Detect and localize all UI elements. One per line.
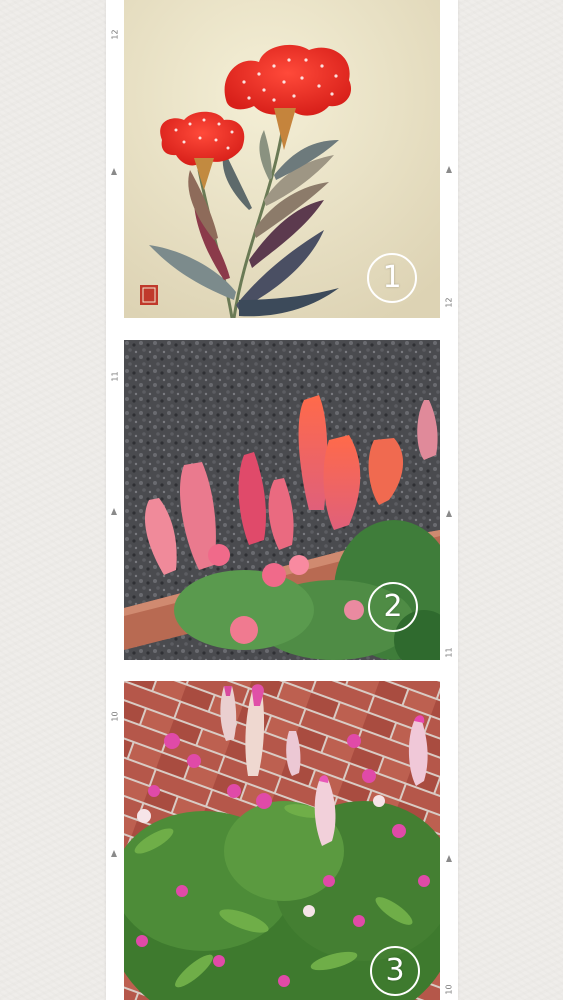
frame-number-left: 11 [110,371,120,382]
edge-marker [111,508,117,515]
frame-label-badge: 2 [368,582,418,632]
frame-label-badge: 1 [367,253,417,303]
frame-number-left: 10 [110,711,120,722]
photo-painting-cockscomb[interactable]: 1 [124,0,440,318]
frame-number-right: 12 [444,297,454,308]
edge-marker [446,166,452,173]
edge-marker [111,850,117,857]
frame-number-left: 12 [110,29,120,40]
edge-marker [446,510,452,517]
frame-number-right: 10 [444,984,454,995]
frame-label-badge: 3 [370,946,420,996]
edge-marker [111,168,117,175]
edge-marker [446,855,452,862]
photo-celosia-brick[interactable]: 3 [124,681,440,1000]
photo-celosia-gravel[interactable]: 2 [124,340,440,660]
film-strip: 12 12 1 11 11 2 10 10 3 [106,0,458,1000]
frame-number-right: 11 [444,647,454,658]
